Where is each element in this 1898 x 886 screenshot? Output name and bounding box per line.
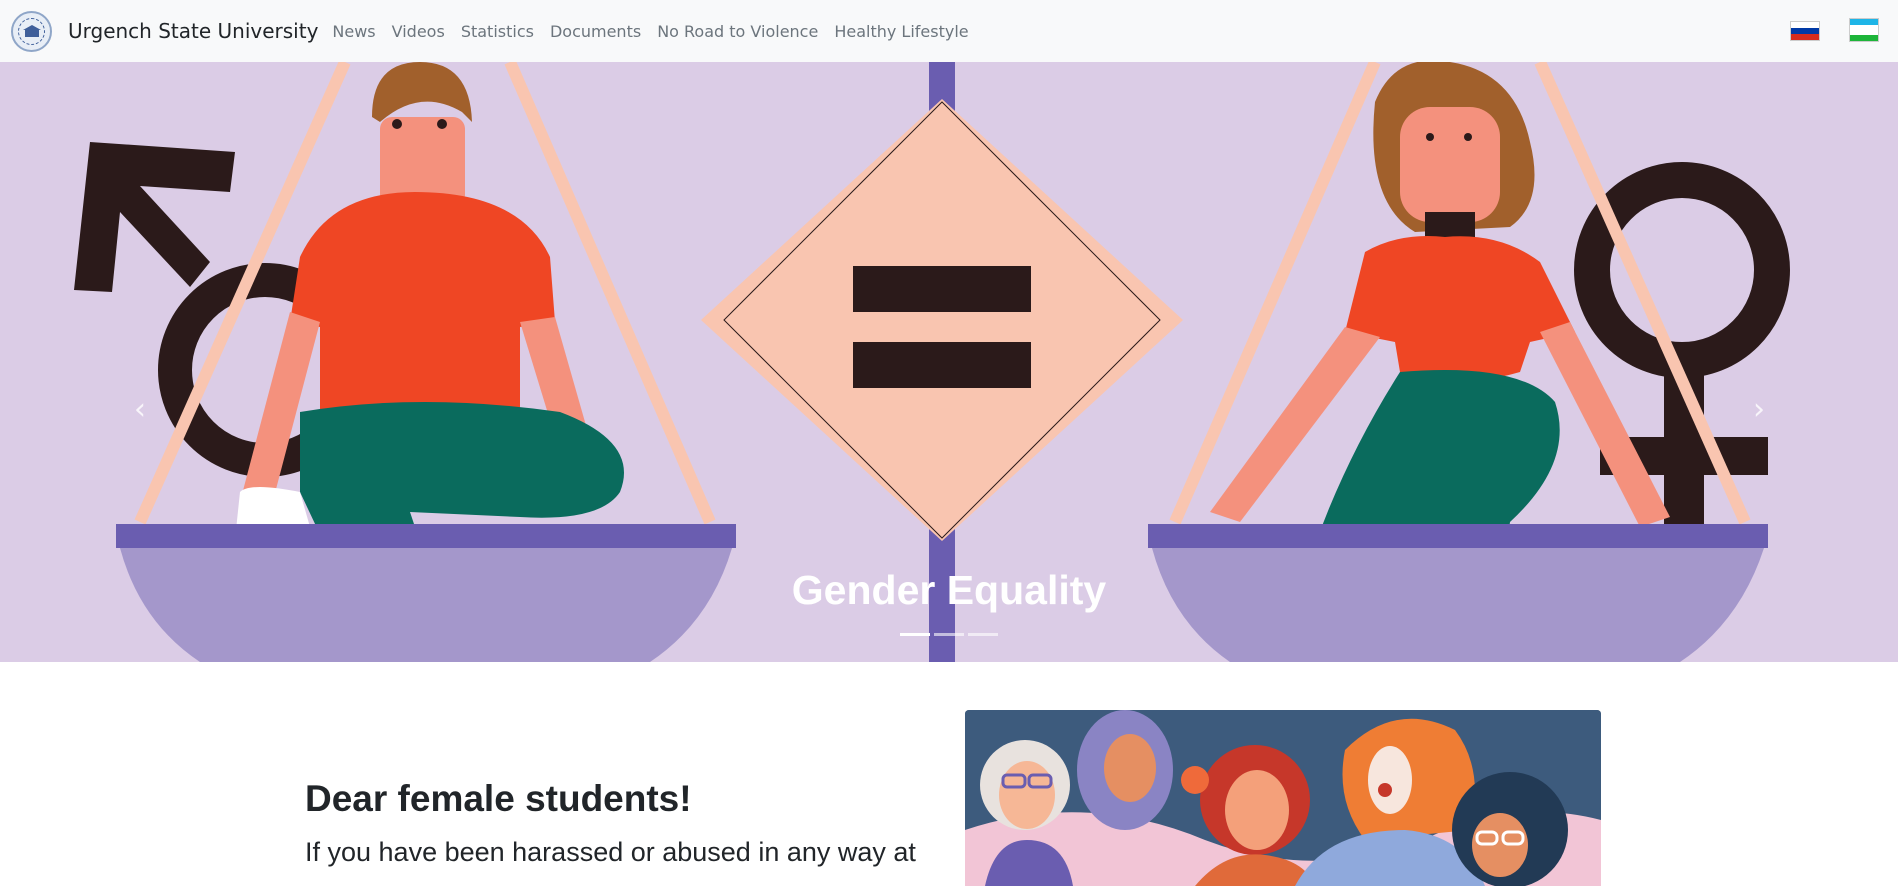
nav-statistics[interactable]: Statistics: [461, 22, 534, 41]
navbar: Urgench State University News Videos Sta…: [0, 0, 1898, 62]
nav-no-road-to-violence[interactable]: No Road to Violence: [657, 22, 818, 41]
carousel-indicators: [900, 633, 1002, 636]
carousel-indicator-3[interactable]: [968, 633, 998, 636]
nav-news[interactable]: News: [332, 22, 375, 41]
women-illustration: [965, 710, 1601, 886]
nav-healthy-lifestyle[interactable]: Healthy Lifestyle: [834, 22, 968, 41]
main-section: Dear female students! If you have been h…: [0, 662, 1898, 886]
uz-flag-icon[interactable]: [1849, 18, 1879, 42]
ru-flag-icon[interactable]: [1790, 21, 1820, 41]
nav-documents[interactable]: Documents: [550, 22, 641, 41]
hero-carousel: ‹ › Gender Equality: [0, 62, 1898, 662]
carousel-caption: Gender Equality: [791, 567, 1107, 613]
carousel-indicator-2[interactable]: [934, 633, 964, 636]
main-nav: News Videos Statistics Documents No Road…: [332, 22, 984, 41]
chevron-right-icon[interactable]: ›: [1753, 392, 1765, 427]
carousel-indicator-1[interactable]: [900, 633, 930, 636]
section-text: If you have been harassed or abused in a…: [305, 837, 916, 867]
nav-videos[interactable]: Videos: [392, 22, 445, 41]
brand-link[interactable]: Urgench State University: [11, 10, 319, 52]
brand-name: Urgench State University: [68, 19, 319, 43]
section-heading: Dear female students!: [305, 778, 692, 819]
university-logo: [11, 10, 52, 52]
chevron-left-icon[interactable]: ‹: [134, 392, 146, 427]
